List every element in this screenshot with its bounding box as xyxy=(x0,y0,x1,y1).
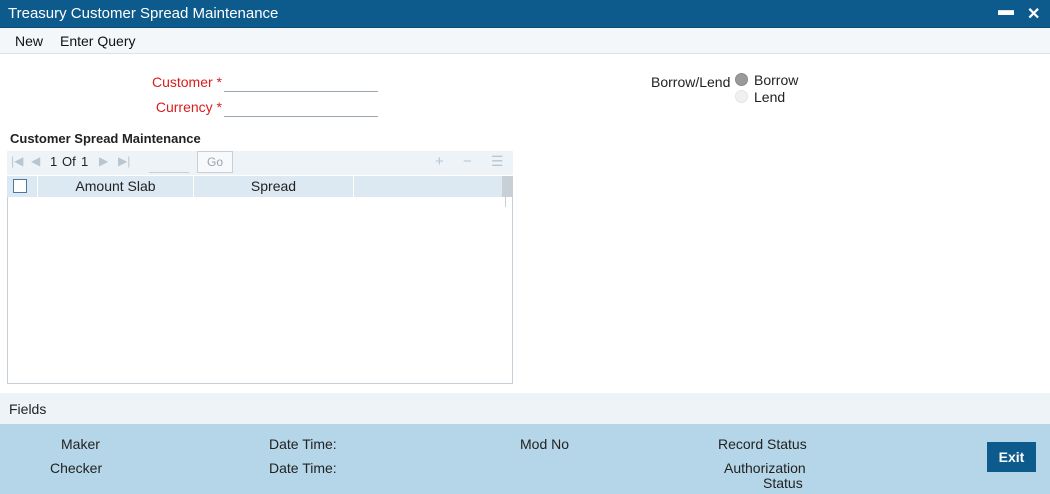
record-status-label: Record Status xyxy=(718,436,807,452)
mod-no-label: Mod No xyxy=(520,436,570,452)
currency-input[interactable] xyxy=(224,95,378,117)
exit-button[interactable]: Exit xyxy=(987,442,1036,472)
first-page-icon[interactable]: |◀ xyxy=(11,154,23,168)
fields-bar: Fields xyxy=(0,393,1050,424)
column-header-spread[interactable]: Spread xyxy=(194,176,354,197)
page-number-input[interactable] xyxy=(149,153,189,173)
checker-label: Checker xyxy=(50,460,103,476)
grid-body xyxy=(7,197,513,384)
delete-row-icon[interactable]: − xyxy=(463,153,472,170)
grid-header: Amount Slab Spread xyxy=(7,176,513,197)
maker-label: Maker xyxy=(61,436,100,452)
lend-radio[interactable] xyxy=(735,90,748,103)
add-row-icon[interactable]: + xyxy=(435,153,444,170)
next-page-icon[interactable]: ▶ xyxy=(99,154,108,168)
maker-date-time-label: Date Time: xyxy=(269,436,337,452)
borrow-lend-label: Borrow/Lend xyxy=(651,74,731,90)
pager-of: Of xyxy=(62,154,76,169)
go-button[interactable]: Go xyxy=(197,151,233,173)
checker-date-time-label: Date Time: xyxy=(269,460,337,476)
grid-toolbar: |◀ ◀ 1 Of 1 ▶ ▶| Go + − ☰ xyxy=(7,151,513,175)
title-bar: Treasury Customer Spread Maintenance ▬ ✕ xyxy=(0,0,1050,28)
grid-section-title: Customer Spread Maintenance xyxy=(10,131,201,146)
menu-enter-query[interactable]: Enter Query xyxy=(60,33,135,49)
minimize-icon[interactable]: ▬ xyxy=(998,2,1014,20)
borrow-radio-label[interactable]: Borrow xyxy=(754,72,798,88)
last-page-icon[interactable]: ▶| xyxy=(118,154,130,168)
close-icon[interactable]: ✕ xyxy=(1027,4,1040,24)
authorization-status-label: Authorization xyxy=(724,460,806,476)
window-title: Treasury Customer Spread Maintenance xyxy=(8,5,279,22)
authorization-status-label-2: Status xyxy=(763,475,803,491)
column-header-amount-slab[interactable]: Amount Slab xyxy=(38,176,194,197)
menu-new[interactable]: New xyxy=(15,33,43,49)
fields-link[interactable]: Fields xyxy=(9,401,46,417)
current-page: 1 xyxy=(50,154,58,169)
currency-label: Currency * xyxy=(155,99,222,115)
total-pages: 1 xyxy=(81,154,89,169)
grid-scrollbar[interactable] xyxy=(502,176,513,197)
prev-page-icon[interactable]: ◀ xyxy=(31,154,40,168)
menu-bar: New Enter Query xyxy=(0,28,1050,54)
customer-label: Customer * xyxy=(151,74,222,90)
select-all-checkbox[interactable] xyxy=(13,179,27,193)
single-view-icon[interactable]: ☰ xyxy=(491,153,504,170)
borrow-radio[interactable] xyxy=(735,73,748,86)
lend-radio-label[interactable]: Lend xyxy=(754,89,785,105)
grid-scroll-track xyxy=(505,197,506,207)
audit-footer xyxy=(0,424,1050,494)
customer-input[interactable] xyxy=(224,70,378,92)
